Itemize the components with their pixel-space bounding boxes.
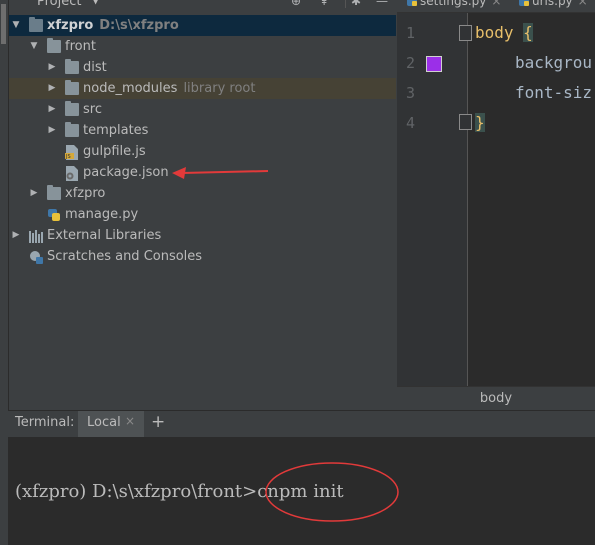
tab-label: urls.py — [532, 0, 573, 8]
close-icon[interactable]: × — [491, 0, 501, 8]
folder-icon — [65, 101, 79, 116]
project-tree: ▼ xfzpro D:\s\xfzpro ▼ front ▶ dist ▶ nod… — [9, 15, 396, 410]
code-line: body { — [475, 23, 533, 42]
js-file-icon: JS — [65, 145, 79, 160]
folder-icon — [65, 122, 79, 137]
python-file-icon — [519, 0, 529, 6]
close-icon[interactable]: × — [578, 0, 588, 8]
gear-icon[interactable]: ✱ — [349, 0, 363, 8]
project-panel-header: Project ▼ ⊕ ⇞ ✱ — — [9, 0, 396, 12]
tree-item-label: External Libraries — [47, 228, 162, 243]
chevron-right-icon[interactable]: ▶ — [11, 225, 21, 246]
tree-item-gulpfile[interactable]: JS gulpfile.js — [9, 141, 396, 162]
svg-text:JS: JS — [65, 154, 71, 160]
folder-icon — [65, 59, 79, 74]
line-number: 1 — [405, 24, 415, 42]
project-panel-title[interactable]: Project — [37, 0, 81, 9]
locate-icon[interactable]: ⊕ — [289, 0, 303, 8]
tab-settings-py[interactable]: settings.py × — [407, 0, 501, 12]
tree-item-label: front — [65, 39, 96, 54]
tree-item-package-json[interactable]: package.json — [9, 162, 396, 183]
fold-marker[interactable] — [459, 25, 472, 41]
chevron-right-icon[interactable]: ▶ — [47, 99, 57, 120]
project-strip-button[interactable] — [1, 4, 6, 44]
tool-window-strip — [0, 0, 9, 410]
tree-item-src[interactable]: ▶ src — [9, 99, 396, 120]
tree-item-xfzpro[interactable]: ▶ xfzpro — [9, 183, 396, 204]
line-number: 4 — [405, 114, 415, 132]
tree-item-dist[interactable]: ▶ dist — [9, 57, 396, 78]
tree-item-manage-py[interactable]: manage.py — [9, 204, 396, 225]
terminal-tab-label: Local — [87, 415, 121, 430]
json-file-icon — [65, 166, 79, 181]
tree-item-label: src — [83, 102, 102, 117]
library-root-tag: library root — [183, 81, 256, 96]
folder-icon — [47, 185, 61, 200]
open-brace: { — [523, 23, 533, 42]
tree-item-external-libraries[interactable]: ▶ External Libraries — [9, 225, 396, 246]
chevron-right-icon[interactable]: ▶ — [29, 183, 39, 204]
chevron-right-icon[interactable]: ▶ — [47, 120, 57, 141]
fold-marker[interactable] — [459, 114, 472, 130]
terminal-header: Terminal: Local × + — [8, 410, 595, 438]
editor-tabs: settings.py × urls.py × — [397, 0, 595, 13]
tree-item-path: D:\s\xfzpro — [99, 18, 179, 33]
chevron-down-icon[interactable]: ▼ — [29, 36, 39, 57]
code-line: font-siz — [515, 83, 593, 102]
close-brace: } — [475, 113, 485, 132]
tree-item-label: xfzpro — [47, 18, 94, 33]
tree-item-label: Scratches and Consoles — [47, 249, 203, 264]
editor-breadcrumb[interactable]: body — [397, 386, 595, 411]
tree-item-node-modules[interactable]: ▶ node_modules library root — [9, 78, 396, 99]
code-line: backgrou — [515, 53, 593, 72]
line-number: 3 — [405, 84, 415, 102]
code-line: } — [475, 113, 485, 132]
collapse-icon[interactable]: ⇞ — [317, 0, 331, 8]
folder-icon — [65, 80, 79, 95]
hide-icon[interactable]: — — [375, 0, 389, 8]
terminal-output[interactable]: (xfzpro) D:\s\xfzpro\front>cnpm init — [8, 437, 595, 545]
tab-urls-py[interactable]: urls.py × — [519, 0, 588, 12]
tree-item-label: package.json — [83, 165, 169, 180]
folder-icon — [29, 17, 43, 32]
color-swatch[interactable] — [426, 56, 442, 72]
tree-item-xfzpro-root[interactable]: ▼ xfzpro D:\s\xfzpro — [9, 15, 396, 36]
terminal-tab-local[interactable]: Local × — [78, 411, 144, 437]
css-selector: body — [475, 23, 514, 42]
tree-item-label: manage.py — [65, 207, 139, 222]
tree-item-templates[interactable]: ▶ templates — [9, 120, 396, 141]
chevron-right-icon[interactable]: ▶ — [47, 57, 57, 78]
tree-item-label: xfzpro — [65, 186, 106, 201]
line-number: 2 — [405, 54, 415, 72]
tree-item-label: node_modules — [83, 81, 178, 96]
chevron-right-icon[interactable]: ▶ — [47, 78, 57, 99]
close-icon[interactable]: × — [125, 414, 135, 428]
chevron-down-icon[interactable]: ▼ — [11, 15, 21, 36]
python-file-icon — [407, 0, 417, 6]
tab-label: settings.py — [420, 0, 487, 8]
tree-item-label: templates — [83, 123, 149, 138]
tree-item-label: dist — [83, 60, 107, 75]
tree-item-front[interactable]: ▼ front — [9, 36, 396, 57]
python-file-icon — [47, 208, 61, 221]
editor-gutter: 1 2 3 4 — [397, 13, 472, 386]
terminal-title: Terminal: — [15, 415, 75, 430]
tree-item-label: gulpfile.js — [83, 144, 146, 159]
library-icon — [29, 229, 43, 243]
chevron-down-icon[interactable]: ▼ — [91, 0, 100, 6]
tree-item-scratches[interactable]: Scratches and Consoles — [9, 246, 396, 267]
scratches-icon — [29, 250, 43, 264]
folder-icon — [47, 38, 61, 53]
code-editor[interactable]: 1 2 3 4 body { backgrou font-siz } — [397, 13, 595, 386]
terminal-command-line: (xfzpro) D:\s\xfzpro\front>cnpm init — [15, 481, 344, 502]
header-divider — [345, 0, 346, 8]
new-terminal-button[interactable]: + — [151, 412, 165, 432]
